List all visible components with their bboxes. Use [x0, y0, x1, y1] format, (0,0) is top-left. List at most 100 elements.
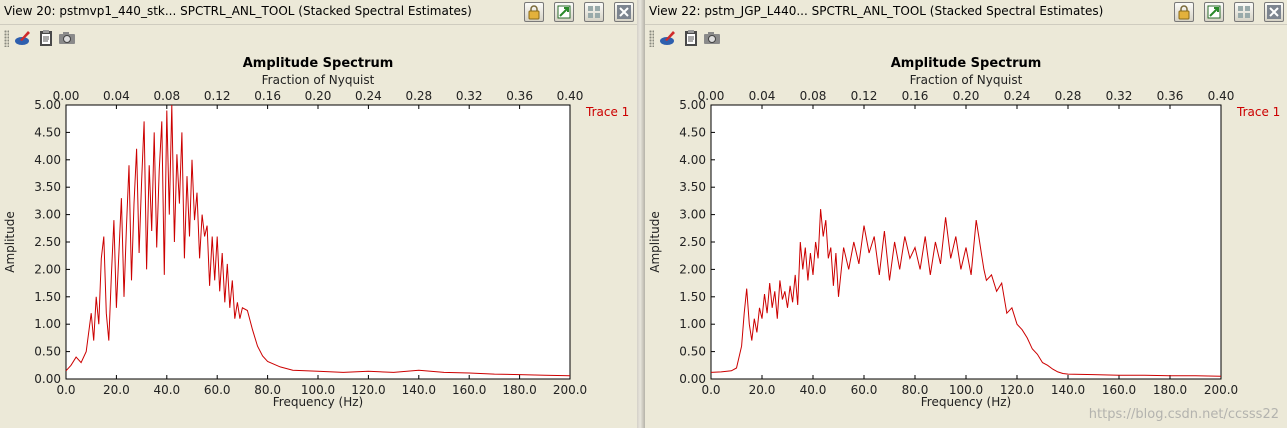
top-axis-label: Fraction of Nyquist — [262, 73, 375, 87]
view-panel-22: View 22: pstm_JGP_L440... SPCTRL_ANL_TOO… — [645, 0, 1287, 428]
y-tick-label: 3.50 — [679, 180, 706, 194]
y-tick-label: 2.00 — [679, 262, 706, 276]
y-tick-label: 3.00 — [34, 208, 61, 222]
top-tick-label: 0.20 — [953, 89, 980, 103]
x-tick-label: 100.0 — [949, 383, 983, 397]
x-tick-label: 40.0 — [153, 383, 180, 397]
y-tick-label: 1.00 — [679, 317, 706, 331]
top-tick-label: 0.12 — [204, 89, 231, 103]
y-axis-label: Amplitude — [3, 211, 17, 273]
top-tick-label: 0.20 — [305, 89, 332, 103]
y-tick-label: 0.00 — [679, 372, 706, 386]
maximize-icon[interactable] — [583, 2, 604, 22]
y-tick-label: 4.00 — [34, 153, 61, 167]
top-axis-label: Fraction of Nyquist — [910, 73, 1023, 87]
top-tick-label: 0.36 — [1157, 89, 1184, 103]
y-tick-label: 2.50 — [34, 235, 61, 249]
camera-icon[interactable] — [703, 29, 721, 47]
x-tick-label: 140.0 — [1051, 383, 1085, 397]
maximize-icon[interactable] — [1233, 2, 1254, 22]
top-tick-label: 0.08 — [800, 89, 827, 103]
toolbar-grip[interactable] — [649, 30, 654, 47]
x-tick-label: 80.0 — [902, 383, 929, 397]
top-tick-label: 0.24 — [1004, 89, 1031, 103]
title-buttons — [519, 2, 634, 22]
top-tick-label: 0.16 — [254, 89, 281, 103]
y-tick-label: 0.50 — [34, 345, 61, 359]
y-tick-label: 0.00 — [34, 372, 61, 386]
view-toolbar — [645, 25, 1287, 51]
chart-title: Amplitude Spectrum — [243, 56, 394, 71]
lock-icon[interactable] — [523, 2, 544, 22]
restore-icon[interactable] — [1203, 2, 1224, 22]
x-tick-label: 120.0 — [351, 383, 385, 397]
close-icon[interactable] — [614, 2, 634, 22]
top-tick-label: 0.12 — [851, 89, 878, 103]
x-axis-label: Frequency (Hz) — [273, 395, 364, 409]
y-axis-label: Amplitude — [648, 211, 662, 273]
y-tick-label: 2.50 — [679, 235, 706, 249]
amplitude-spectrum-chart: Amplitude Spectrum Fraction of Nyquist Fre… — [648, 56, 1280, 409]
erase-icon[interactable] — [659, 29, 677, 47]
view-toolbar — [0, 25, 637, 51]
clipboard-icon[interactable] — [37, 29, 55, 47]
x-tick-label: 180.0 — [502, 383, 536, 397]
top-tick-label: 0.04 — [749, 89, 776, 103]
x-tick-label: 140.0 — [402, 383, 436, 397]
x-tick-label: 200.0 — [553, 383, 587, 397]
x-tick-label: 60.0 — [204, 383, 231, 397]
y-tick-label: 5.00 — [34, 98, 61, 112]
x-tick-label: 120.0 — [1000, 383, 1034, 397]
legend-trace-1: Trace 1 — [1236, 105, 1280, 119]
y-tick-label: 1.50 — [679, 290, 706, 304]
y-tick-label: 0.50 — [679, 345, 706, 359]
y-tick-label: 4.50 — [34, 125, 61, 139]
watermark: https://blog.csdn.net/ccsss22 — [1088, 407, 1279, 422]
y-tick-label: 5.00 — [679, 98, 706, 112]
top-tick-label: 0.24 — [355, 89, 382, 103]
x-tick-label: 180.0 — [1153, 383, 1187, 397]
x-tick-label: 20.0 — [749, 383, 776, 397]
restore-icon[interactable] — [553, 2, 574, 22]
top-tick-label: 0.28 — [1055, 89, 1082, 103]
top-tick-label: 0.04 — [103, 89, 130, 103]
x-tick-label: 160.0 — [452, 383, 486, 397]
view-title: View 22: pstm_JGP_L440... SPCTRL_ANL_TOO… — [649, 4, 1104, 18]
chart-title: Amplitude Spectrum — [891, 56, 1042, 71]
x-tick-label: 20.0 — [103, 383, 130, 397]
top-tick-label: 0.32 — [456, 89, 483, 103]
x-tick-label: 80.0 — [254, 383, 281, 397]
view-panel-20: View 20: pstmvp1_440_stk... SPCTRL_ANL_T… — [0, 0, 637, 428]
y-tick-label: 3.50 — [34, 180, 61, 194]
x-tick-label: 60.0 — [851, 383, 878, 397]
x-tick-label: 40.0 — [800, 383, 827, 397]
x-axis-label: Frequency (Hz) — [921, 395, 1012, 409]
view-title: View 20: pstmvp1_440_stk... SPCTRL_ANL_T… — [4, 4, 472, 18]
top-tick-label: 0.08 — [153, 89, 180, 103]
top-tick-label: 0.36 — [506, 89, 533, 103]
x-tick-label: 100.0 — [301, 383, 335, 397]
y-tick-label: 2.00 — [34, 262, 61, 276]
close-icon[interactable] — [1264, 2, 1284, 22]
legend-trace-1: Trace 1 — [585, 105, 629, 119]
top-tick-label: 0.40 — [1208, 89, 1235, 103]
erase-icon[interactable] — [14, 29, 32, 47]
title-buttons — [1169, 2, 1284, 22]
y-tick-label: 4.00 — [679, 153, 706, 167]
top-tick-label: 0.40 — [557, 89, 584, 103]
view-titlebar[interactable]: View 22: pstm_JGP_L440... SPCTRL_ANL_TOO… — [645, 0, 1287, 25]
camera-icon[interactable] — [58, 29, 76, 47]
plot-area — [65, 104, 571, 380]
plot-area — [710, 104, 1222, 380]
lock-icon[interactable] — [1173, 2, 1194, 22]
panel-divider[interactable] — [637, 0, 645, 428]
y-tick-label: 1.50 — [34, 290, 61, 304]
view-titlebar[interactable]: View 20: pstmvp1_440_stk... SPCTRL_ANL_T… — [0, 0, 637, 25]
top-tick-label: 0.16 — [902, 89, 929, 103]
y-tick-label: 3.00 — [679, 208, 706, 222]
y-tick-label: 1.00 — [34, 317, 61, 331]
clipboard-icon[interactable] — [682, 29, 700, 47]
x-tick-label: 160.0 — [1102, 383, 1136, 397]
toolbar-grip[interactable] — [4, 30, 9, 47]
y-tick-label: 4.50 — [679, 125, 706, 139]
